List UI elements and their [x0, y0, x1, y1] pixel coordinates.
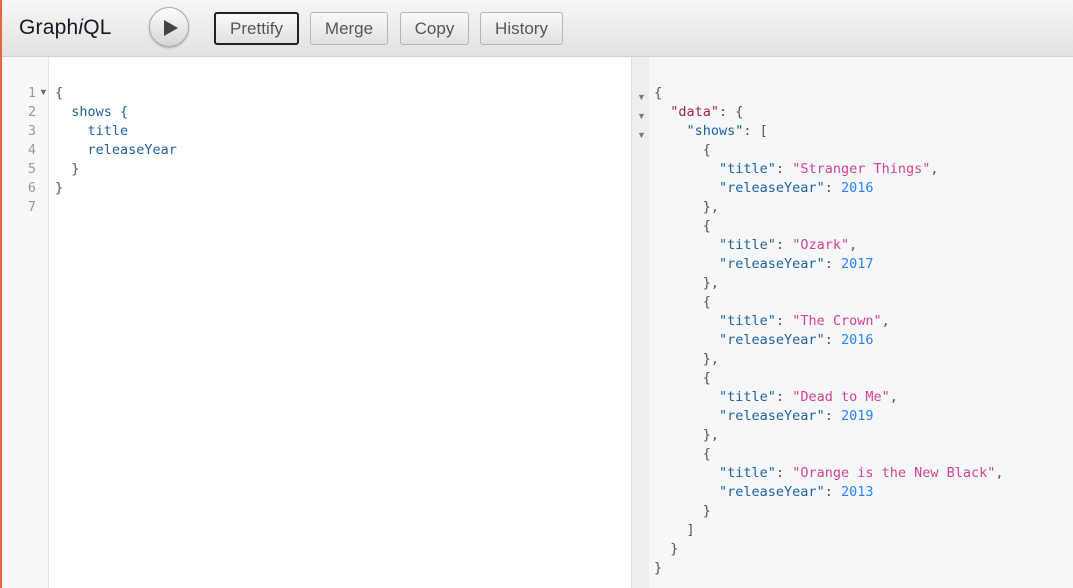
copy-button[interactable]: Copy: [400, 12, 469, 45]
line-number: 6: [27, 180, 36, 196]
query-line: }: [55, 161, 80, 177]
result-line: "releaseYear": 2013: [719, 484, 874, 500]
json-key: "releaseYear": [719, 256, 825, 272]
line-number: 7: [27, 199, 36, 215]
json-key: "releaseYear": [719, 408, 825, 424]
json-key: "title": [719, 161, 776, 177]
json-key: "releaseYear": [719, 484, 825, 500]
result-line: },: [702, 351, 720, 367]
result-line: {: [702, 294, 711, 310]
query-line: [55, 198, 177, 217]
line-number: 2: [27, 104, 36, 120]
query-line: shows {: [55, 104, 129, 120]
show-title-value: "Orange is the New Black": [792, 465, 996, 481]
result-line: },: [702, 275, 720, 291]
result-line: {: [702, 370, 711, 386]
fold-arrow-icon[interactable]: ▼: [637, 107, 646, 126]
result-line: "releaseYear": 2019: [719, 408, 874, 424]
show-year-value: 2017: [840, 256, 874, 272]
toolbar: GraphiQL Prettify Merge Copy History: [0, 0, 1073, 57]
result-line: "releaseYear": 2016: [719, 180, 874, 196]
result-line: "data": {: [670, 104, 744, 120]
prettify-button[interactable]: Prettify: [214, 12, 299, 45]
app-title-prefix: Graph: [19, 16, 79, 39]
result-line: },: [702, 199, 720, 215]
line-number: 3: [27, 123, 36, 139]
execute-query-button[interactable]: [149, 7, 189, 47]
query-editor[interactable]: 1 2 3 4 5 6 7 ▼ { shows { title releaseY…: [2, 57, 631, 588]
result-fold-gutter: ▼ ▼ ▼: [637, 88, 646, 145]
line-number-gutter: 1 2 3 4 5 6 7 ▼: [2, 57, 49, 588]
query-line: releaseYear: [55, 142, 177, 158]
show-year-value: 2019: [840, 408, 874, 424]
json-key: "releaseYear": [719, 180, 825, 196]
result-line: {: [702, 218, 711, 234]
result-line: {: [702, 142, 711, 158]
merge-button[interactable]: Merge: [310, 12, 388, 45]
show-title-value: "Stranger Things": [792, 161, 931, 177]
json-key: "title": [719, 389, 776, 405]
result-line: "title": "Orange is the New Black",: [719, 465, 1004, 481]
query-line: title: [55, 123, 129, 139]
show-year-value: 2013: [840, 484, 874, 500]
result-line: ]: [686, 522, 695, 538]
result-line: {: [702, 446, 711, 462]
result-line: }: [702, 503, 711, 519]
result-line: }: [670, 541, 679, 557]
fold-arrow-icon[interactable]: ▼: [39, 87, 48, 97]
fold-arrow-icon[interactable]: ▼: [637, 126, 646, 145]
json-key: "title": [719, 237, 776, 253]
result-line: }: [654, 560, 663, 576]
result-line: "title": "Stranger Things",: [719, 161, 939, 177]
show-year-value: 2016: [840, 332, 874, 348]
result-line: {: [654, 85, 663, 101]
result-line: },: [702, 427, 720, 443]
json-key: "data": [670, 104, 720, 120]
json-key: "title": [719, 465, 776, 481]
play-icon: [164, 20, 178, 36]
show-title-value: "Dead to Me": [792, 389, 890, 405]
result-line: "releaseYear": 2017: [719, 256, 874, 272]
line-number: 5: [27, 161, 36, 177]
query-line: {: [55, 85, 64, 101]
app-title: GraphiQL: [19, 16, 112, 40]
line-number: 4: [27, 142, 36, 158]
app-title-suffix: QL: [83, 16, 112, 39]
result-line: "title": "The Crown",: [719, 313, 890, 329]
line-number: 1: [27, 85, 36, 101]
show-title-value: "The Crown": [792, 313, 882, 329]
history-button[interactable]: History: [480, 12, 563, 45]
query-text[interactable]: { shows { title releaseYear } }: [55, 84, 177, 217]
result-line: "releaseYear": 2016: [719, 332, 874, 348]
window-accent-border: [0, 0, 2, 588]
show-title-value: "Ozark": [792, 237, 850, 253]
json-key: "title": [719, 313, 776, 329]
result-line: "title": "Dead to Me",: [719, 389, 898, 405]
json-key: "releaseYear": [719, 332, 825, 348]
result-line: "title": "Ozark",: [719, 237, 858, 253]
json-key: "shows": [686, 123, 744, 139]
line-numbers: 1 2 3 4 5 6 7: [2, 84, 36, 217]
show-year-value: 2016: [840, 180, 874, 196]
query-line: }: [55, 180, 64, 196]
fold-arrow-icon[interactable]: ▼: [637, 88, 646, 107]
result-line: "shows": [: [686, 123, 768, 139]
result-json: { "data": { "shows": [ { "title": "Stran…: [654, 84, 1004, 578]
